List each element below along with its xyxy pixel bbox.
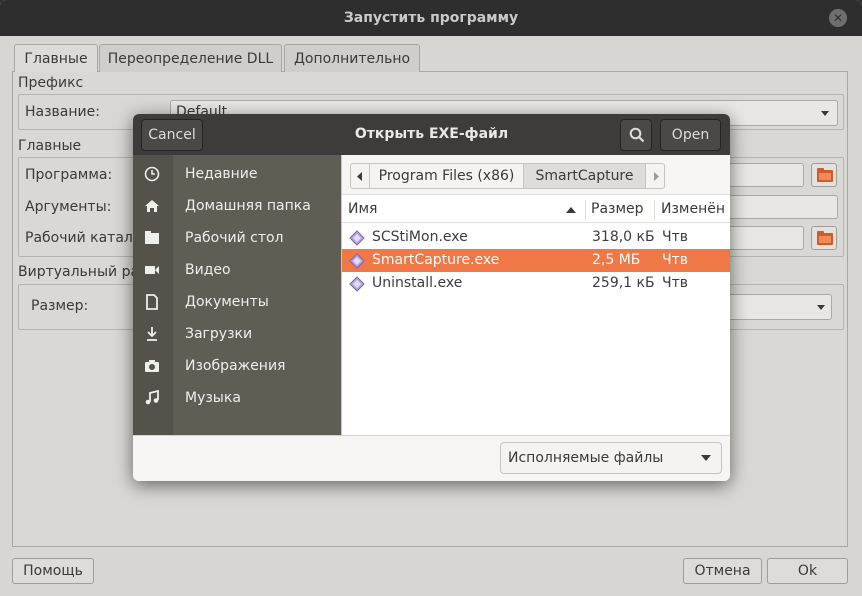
chevron-right-icon (654, 172, 659, 181)
place-recent[interactable]: Недавние (133, 158, 341, 190)
file-name: SCStiMon.exe (372, 229, 468, 245)
desktop-icon (145, 231, 159, 244)
camera-icon (145, 360, 159, 372)
file-row[interactable]: Uninstall.exe 259,1 кБ Чтв (342, 272, 730, 295)
dialog-cancel-button[interactable]: Cancel (141, 119, 203, 151)
places-sidebar: Недавние Домашняя папка Рабочий стол Вид… (133, 155, 341, 435)
executable-icon (349, 253, 365, 269)
place-home[interactable]: Домашняя папка (133, 190, 341, 222)
file-name: Uninstall.exe (372, 275, 463, 291)
video-icon (145, 266, 159, 274)
column-size[interactable]: Размер (591, 196, 644, 223)
chevron-down-icon (701, 455, 711, 461)
file-type-filter-select[interactable]: Исполняемые файлы (500, 442, 722, 474)
place-downloads[interactable]: Загрузки (133, 318, 341, 350)
file-modified: Чтв (662, 229, 689, 245)
place-documents[interactable]: Документы (133, 286, 341, 318)
file-modified: Чтв (662, 252, 689, 268)
place-label: Загрузки (185, 326, 253, 342)
download-icon (147, 327, 157, 341)
executable-icon (349, 230, 365, 246)
place-music[interactable]: Музыка (133, 382, 341, 414)
file-row-selected[interactable]: SmartCapture.exe 2,5 МБ Чтв (342, 249, 730, 272)
place-label: Изображения (185, 358, 286, 374)
executable-icon (349, 276, 365, 292)
file-name: SmartCapture.exe (372, 252, 500, 268)
column-header: Имя Размер Изменён (342, 196, 730, 223)
path-bar: Program Files (x86) SmartCapture (342, 155, 730, 195)
music-icon (145, 390, 159, 405)
place-label: Домашняя папка (185, 198, 311, 214)
dialog-open-button[interactable]: Open (660, 119, 721, 151)
file-size: 2,5 МБ (592, 252, 641, 268)
chevron-left-icon (357, 172, 362, 181)
open-exe-dialog: Открыть EXE-файл Cancel Open Недавние До… (133, 114, 730, 481)
place-label: Музыка (185, 390, 241, 406)
document-icon (146, 294, 158, 310)
place-label: Видео (185, 262, 231, 278)
path-scroll-left-button[interactable] (350, 163, 370, 189)
search-button[interactable] (620, 119, 652, 151)
path-scroll-right-button[interactable] (645, 163, 665, 189)
place-label: Рабочий стол (185, 230, 284, 246)
column-name[interactable]: Имя (348, 196, 377, 223)
place-videos[interactable]: Видео (133, 254, 341, 286)
home-icon (145, 200, 159, 212)
path-crumb-program-files[interactable]: Program Files (x86) (369, 163, 524, 189)
file-browser: Program Files (x86) SmartCapture Имя Раз… (341, 155, 730, 435)
place-label: Недавние (185, 166, 258, 182)
column-separator (585, 200, 586, 220)
column-separator (654, 200, 655, 220)
file-row[interactable]: SCStiMon.exe 318,0 кБ Чтв (342, 226, 730, 249)
search-icon (629, 127, 645, 143)
column-modified[interactable]: Изменён (661, 196, 725, 223)
place-desktop[interactable]: Рабочий стол (133, 222, 341, 254)
file-modified: Чтв (662, 275, 689, 291)
clock-icon (144, 166, 160, 182)
file-size: 318,0 кБ (592, 229, 655, 245)
file-size: 259,1 кБ (592, 275, 655, 291)
place-label: Документы (185, 294, 269, 310)
path-crumb-smartcapture[interactable]: SmartCapture (523, 163, 646, 189)
place-pictures[interactable]: Изображения (133, 350, 341, 382)
file-type-filter-value: Исполняемые файлы (508, 450, 664, 466)
sort-up-icon (566, 207, 576, 213)
